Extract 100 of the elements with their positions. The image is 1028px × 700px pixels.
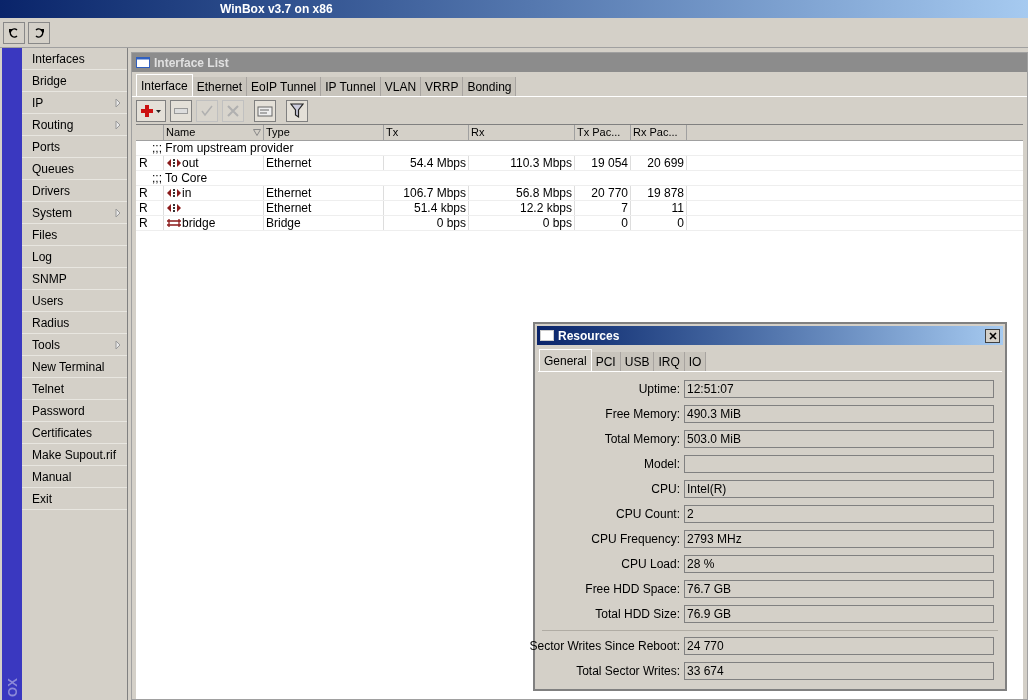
table-cell: 110.3 Mbps xyxy=(510,157,572,169)
value-field[interactable]: 490.3 MiB xyxy=(684,404,994,423)
ethernet-icon xyxy=(166,158,182,168)
column-header[interactable]: Rx Pac... xyxy=(631,125,687,140)
value-field[interactable]: 76.7 GB xyxy=(684,579,994,598)
ethernet-icon xyxy=(166,203,182,213)
bridge-icon xyxy=(166,218,182,228)
tab[interactable]: Interface xyxy=(136,74,193,96)
menu-item[interactable]: Interfaces xyxy=(22,48,127,70)
column-header[interactable]: Name xyxy=(164,125,264,140)
tab[interactable]: VRRP xyxy=(421,77,464,96)
submenu-arrow-icon xyxy=(115,119,121,130)
tab[interactable]: IRQ xyxy=(654,352,685,371)
tab[interactable]: PCI xyxy=(591,352,621,371)
menu-item[interactable]: IP xyxy=(22,92,127,114)
menu-item[interactable]: Drivers xyxy=(22,180,127,202)
menu-item[interactable]: Files xyxy=(22,224,127,246)
table-row[interactable]: R out Ethernet 54.4 Mbps 110.3 Mbps 19 054 20 699 xyxy=(136,156,1023,171)
field-label: CPU: xyxy=(651,480,680,498)
value-field[interactable]: Intel(R) xyxy=(684,479,994,498)
flag-text: R xyxy=(139,202,148,214)
tab[interactable]: IP Tunnel xyxy=(321,77,381,96)
submenu-arrow-icon xyxy=(115,339,121,350)
plus-icon xyxy=(140,103,162,118)
table-cell: 56.8 Mbps xyxy=(515,187,572,199)
menu-item[interactable]: Make Supout.rif xyxy=(22,444,127,466)
table-cell: 7 xyxy=(621,202,628,214)
table-cell: 0 xyxy=(621,217,628,229)
table-cell: 0 bps xyxy=(542,217,572,229)
value-field[interactable]: 12:51:07 xyxy=(684,379,994,398)
value-field[interactable]: 503.0 MiB xyxy=(684,429,994,448)
menu-item[interactable]: Radius xyxy=(22,312,127,334)
menu-item[interactable]: Certificates xyxy=(22,422,127,444)
comment-button[interactable] xyxy=(254,99,276,122)
close-icon xyxy=(988,331,997,340)
redo-button[interactable] xyxy=(28,21,50,44)
value-field[interactable]: 2 xyxy=(684,504,994,523)
field-label: Free Memory: xyxy=(605,405,680,423)
menu-item[interactable]: Telnet xyxy=(22,378,127,400)
value-field[interactable] xyxy=(684,454,994,473)
menu-item[interactable]: Log xyxy=(22,246,127,268)
column-header[interactable]: Rx xyxy=(469,125,575,140)
redo-icon xyxy=(33,26,45,39)
table-cell: 19 054 xyxy=(591,157,628,169)
undo-button[interactable] xyxy=(3,21,25,44)
table-row[interactable]: R bridge Bridge 0 bps 0 bps 0 0 xyxy=(136,216,1023,231)
remove-button[interactable] xyxy=(170,99,192,122)
ethernet-icon xyxy=(166,188,182,198)
column-header[interactable]: Tx Pac... xyxy=(575,125,631,140)
window-title: WinBox v3.7 on x86 xyxy=(220,1,333,18)
column-header[interactable]: Type xyxy=(264,125,384,140)
tab[interactable]: VLAN xyxy=(380,77,422,96)
table-cell: in xyxy=(182,187,192,199)
menu-item[interactable]: Bridge xyxy=(22,70,127,92)
field-label: Total HDD Size: xyxy=(595,605,680,623)
menu-item[interactable]: Routing xyxy=(22,114,127,136)
close-button[interactable] xyxy=(985,328,1000,343)
value-field[interactable]: 28 % xyxy=(684,554,994,573)
menu-item[interactable]: Users xyxy=(22,290,127,312)
table-row[interactable]: R Ethernet 51.4 kbps 12.2 kbps 7 11 xyxy=(136,201,1023,216)
submenu-arrow-icon xyxy=(115,97,121,108)
tab[interactable]: Bonding xyxy=(463,77,517,96)
menu-item[interactable]: SNMP xyxy=(22,268,127,290)
table-row[interactable]: R in Ethernet 106.7 Mbps 56.8 Mbps 20 770 19 878 xyxy=(136,186,1023,201)
menu-item[interactable]: Password xyxy=(22,400,127,422)
menu-item[interactable]: Exit xyxy=(22,488,127,510)
menu-item[interactable]: Tools xyxy=(22,334,127,356)
comment-text: ;;; From upstream provider xyxy=(152,142,294,154)
value-field[interactable]: 2793 MHz xyxy=(684,529,994,548)
field-label: Uptime: xyxy=(638,380,680,398)
menu-item[interactable]: Queues xyxy=(22,158,127,180)
submenu-arrow-icon xyxy=(115,207,121,218)
table-cell: out xyxy=(182,157,199,169)
field-label: Total Sector Writes: xyxy=(576,662,680,680)
field-label: Total Memory: xyxy=(604,430,680,448)
filter-button[interactable] xyxy=(286,99,308,122)
field-label: CPU Frequency: xyxy=(591,530,680,548)
value-field[interactable]: 24 770 xyxy=(684,636,994,655)
field-label: CPU Load: xyxy=(621,555,680,573)
tab[interactable]: General xyxy=(539,349,592,371)
tab[interactable]: USB xyxy=(620,352,655,371)
tab[interactable]: EoIP Tunnel xyxy=(247,77,322,96)
value-field[interactable]: 33 674 xyxy=(684,661,994,680)
value-field[interactable]: 76.9 GB xyxy=(684,604,994,623)
table-cell: 20 770 xyxy=(591,187,628,199)
menu-item[interactable]: New Terminal xyxy=(22,356,127,378)
table-cell: 12.2 kbps xyxy=(519,202,572,214)
table-cell: 19 878 xyxy=(647,187,684,199)
tab[interactable]: Ethernet xyxy=(192,77,248,96)
menu-item[interactable]: System xyxy=(22,202,127,224)
tab[interactable]: IO xyxy=(684,352,707,371)
table-cell: bridge xyxy=(182,217,216,229)
column-header[interactable]: Tx xyxy=(384,125,469,140)
window-title: Interface List xyxy=(154,54,229,72)
add-button[interactable] xyxy=(136,99,166,122)
table-cell: Ethernet xyxy=(266,187,312,199)
note-icon xyxy=(257,103,273,118)
field-label: Model: xyxy=(643,455,680,473)
menu-item[interactable]: Manual xyxy=(22,466,127,488)
menu-item[interactable]: Ports xyxy=(22,136,127,158)
